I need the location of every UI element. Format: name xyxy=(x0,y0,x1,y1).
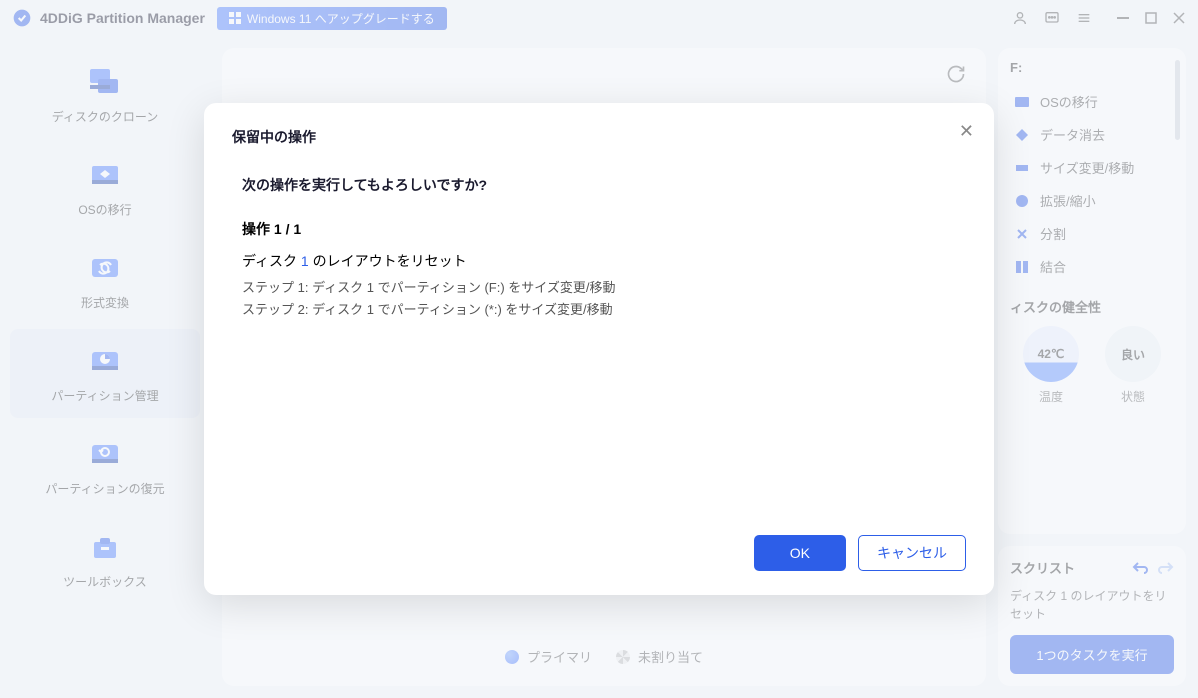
ok-button[interactable]: OK xyxy=(754,535,846,571)
modal-step-2: ステップ 2: ディスク 1 でパーティション (*:) をサイズ変更/移動 xyxy=(242,299,956,321)
modal-op-count: 操作 1 / 1 xyxy=(242,219,956,239)
modal-backdrop: 保留中の操作 ✕ 次の操作を実行してもよろしいですか? 操作 1 / 1 ディス… xyxy=(0,0,1198,698)
modal-subtitle: ディスク 1 のレイアウトをリセット xyxy=(242,251,956,271)
modal-close-button[interactable]: ✕ xyxy=(959,121,974,142)
modal-footer: OK キャンセル xyxy=(232,535,966,571)
subtitle-disk-num: 1 xyxy=(301,253,309,269)
modal-question: 次の操作を実行してもよろしいですか? xyxy=(242,175,956,195)
modal-step-1: ステップ 1: ディスク 1 でパーティション (F:) をサイズ変更/移動 xyxy=(242,277,956,299)
cancel-button[interactable]: キャンセル xyxy=(858,535,966,571)
modal-body: 次の操作を実行してもよろしいですか? 操作 1 / 1 ディスク 1 のレイアウ… xyxy=(232,175,966,515)
subtitle-pre: ディスク xyxy=(242,253,301,269)
subtitle-post: のレイアウトをリセット xyxy=(309,253,467,269)
pending-operations-modal: 保留中の操作 ✕ 次の操作を実行してもよろしいですか? 操作 1 / 1 ディス… xyxy=(204,103,994,595)
modal-title: 保留中の操作 xyxy=(232,127,966,147)
